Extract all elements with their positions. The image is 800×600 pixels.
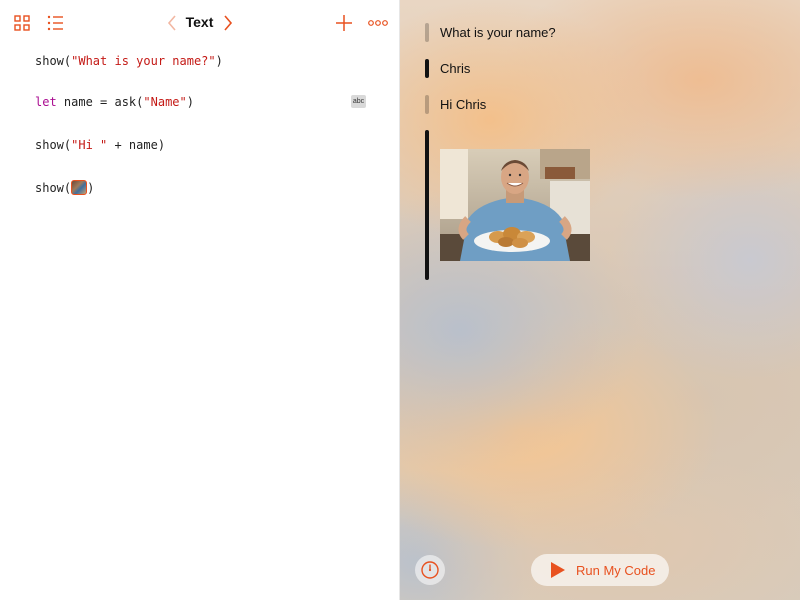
code-line-4[interactable]: show(): [35, 179, 94, 197]
code-punct: ): [215, 54, 223, 68]
output-marker: [425, 23, 429, 42]
code-fn: show(: [35, 181, 72, 195]
code-keyword: let: [35, 95, 57, 109]
run-my-code-button[interactable]: Run My Code: [531, 554, 669, 586]
toolbar: Text: [0, 0, 399, 46]
output-line: What is your name?: [440, 25, 556, 40]
code-string: "Hi ": [71, 138, 108, 152]
code-fn: show(: [35, 54, 72, 68]
code-punct: ): [186, 95, 194, 109]
code-line-3[interactable]: show("Hi " + name): [35, 136, 165, 154]
code-line-1[interactable]: show("What is your name?"): [35, 52, 223, 70]
code-punct: ): [87, 181, 95, 195]
output-photo: [440, 149, 590, 261]
chevron-right-icon[interactable]: [216, 11, 240, 35]
app-window: Text show("What is your name?") let name…: [0, 0, 800, 600]
code-line-2[interactable]: let name = ask("Name"): [35, 93, 194, 111]
code-fn: show(: [35, 138, 72, 152]
more-icon[interactable]: [366, 11, 390, 35]
code-string: "Name": [143, 95, 187, 109]
string-type-badge[interactable]: abc: [351, 95, 366, 108]
run-button-label: Run My Code: [576, 563, 656, 578]
plus-icon[interactable]: [332, 11, 356, 35]
output-line: Hi Chris: [440, 97, 487, 112]
code-text: name = ask(: [56, 95, 144, 109]
output-line: Chris: [440, 61, 471, 76]
output-marker: [425, 130, 429, 280]
code-editor: Text show("What is your name?") let name…: [0, 0, 400, 600]
code-string: "What is your name?": [71, 54, 216, 68]
play-icon: [549, 562, 565, 583]
speedometer-icon[interactable]: [415, 555, 445, 585]
code-text: + name): [107, 138, 166, 152]
output-marker: [425, 95, 429, 114]
image-literal-icon[interactable]: [71, 180, 88, 195]
live-view: What is your name? Chris Hi Chris: [400, 0, 800, 600]
output-marker: [425, 59, 429, 78]
blurred-background: [400, 0, 800, 600]
